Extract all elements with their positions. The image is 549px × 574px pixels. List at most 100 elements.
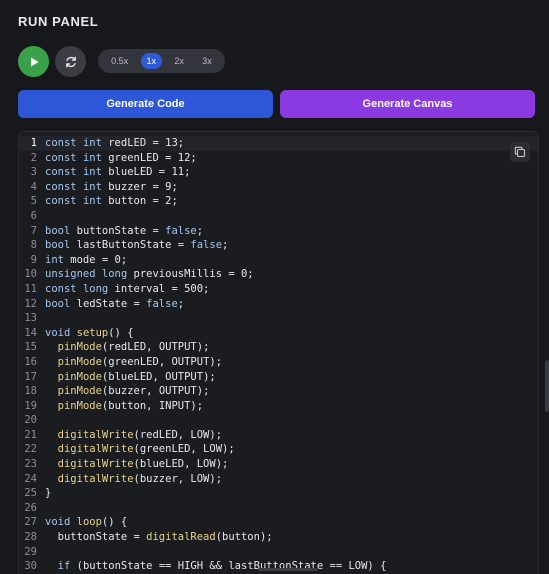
line-number: 12 — [24, 297, 37, 310]
code-line: 3 const int blueLED = 11; — [19, 165, 538, 180]
line-number: 26 — [24, 501, 37, 514]
code-text: int mode = 0; — [45, 253, 128, 266]
play-icon — [30, 57, 38, 66]
code-text: pinMode(blueLED, OUTPUT); — [57, 370, 216, 383]
line-number: 15 — [24, 341, 37, 354]
code-text: const long interval = 500; — [45, 282, 210, 295]
line-number: 8 — [30, 239, 37, 252]
line-number: 9 — [30, 253, 37, 266]
code-text: pinMode(buzzer, OUTPUT); — [57, 385, 210, 398]
speed-option-2x[interactable]: 2x — [168, 53, 190, 69]
code-line: 30 if (buttonState == HIGH && lastButton… — [19, 559, 538, 574]
refresh-icon — [65, 56, 76, 67]
code-line: 12 bool ledState = false; — [19, 297, 538, 312]
line-number: 6 — [30, 209, 37, 222]
code-text: digitalWrite(redLED, LOW); — [57, 428, 223, 441]
code-line: 22 digitalWrite(greenLED, LOW); — [19, 442, 538, 457]
generate-code-button[interactable]: Generate Code — [18, 90, 273, 118]
line-number: 1 — [30, 137, 37, 149]
reset-button[interactable] — [55, 46, 86, 77]
code-line: 10 unsigned long previousMillis = 0; — [19, 267, 538, 282]
line-number: 13 — [24, 312, 37, 325]
line-number: 20 — [24, 414, 37, 427]
line-number: 22 — [24, 443, 37, 456]
code-text: bool ledState = false; — [45, 297, 185, 310]
line-number: 27 — [24, 516, 37, 529]
speed-option-3x[interactable]: 3x — [196, 53, 218, 69]
vertical-scrollbar[interactable] — [545, 360, 549, 412]
code-text: pinMode(redLED, OUTPUT); — [57, 341, 210, 354]
code-line: 7 bool buttonState = false; — [19, 224, 538, 239]
code-line: 29 — [19, 545, 538, 560]
code-line: 8 bool lastButtonState = false; — [19, 238, 538, 253]
line-number: 16 — [24, 355, 37, 368]
code-line: 24 digitalWrite(buzzer, LOW); — [19, 472, 538, 487]
line-number: 30 — [24, 560, 37, 573]
line-number: 25 — [24, 487, 37, 500]
code-line: 14 void setup() { — [19, 326, 538, 341]
line-number: 4 — [30, 180, 37, 193]
code-line: 11 const long interval = 500; — [19, 282, 538, 297]
panel-title: RUN PANEL — [18, 14, 99, 29]
code-editor[interactable]: 1 const int redLED = 13; 2 const int greenL… — [18, 131, 539, 574]
line-number: 5 — [30, 195, 37, 208]
line-number: 14 — [24, 326, 37, 339]
code-line: 13 — [19, 311, 538, 326]
code-line: 20 — [19, 413, 538, 428]
code-text: digitalWrite(buzzer, LOW); — [57, 472, 223, 485]
code-text: const int greenLED = 12; — [45, 151, 197, 164]
copy-button[interactable] — [510, 142, 530, 162]
horizontal-scrollbar[interactable] — [258, 568, 318, 571]
code-lines: 1 const int redLED = 13; 2 const int greenL… — [19, 136, 538, 574]
code-line: 23 digitalWrite(blueLED, LOW); — [19, 457, 538, 472]
code-text: const int buzzer = 9; — [45, 180, 178, 193]
speed-selector: 0.5x 1x 2x 3x — [98, 49, 225, 73]
code-line: 2 const int greenLED = 12; — [19, 151, 538, 166]
code-text: bool lastButtonState = false; — [45, 239, 229, 252]
code-text: buttonState = digitalRead(button); — [45, 531, 273, 544]
code-text: const int blueLED = 11; — [45, 166, 191, 179]
code-line: 6 — [19, 209, 538, 224]
code-line: 28 buttonState = digitalRead(button); — [19, 530, 538, 545]
code-line: 25} — [19, 486, 538, 501]
line-number: 23 — [24, 458, 37, 471]
code-text: } — [45, 487, 52, 500]
line-number: 17 — [24, 370, 37, 383]
line-number: 28 — [24, 531, 37, 544]
code-text: unsigned long previousMillis = 0; — [45, 268, 254, 281]
code-line: 15 pinMode(redLED, OUTPUT); — [19, 340, 538, 355]
play-button[interactable] — [18, 46, 49, 77]
code-text: pinMode(greenLED, OUTPUT); — [57, 355, 223, 368]
line-number: 24 — [24, 472, 37, 485]
line-number: 11 — [24, 282, 37, 295]
code-line: 1 const int redLED = 13; — [19, 136, 538, 151]
code-text: pinMode(button, INPUT); — [57, 399, 204, 412]
code-text: void setup() { — [45, 326, 134, 339]
line-number: 19 — [24, 399, 37, 412]
code-text: const int redLED = 13; — [45, 137, 185, 149]
code-text: bool buttonState = false; — [45, 224, 204, 237]
line-number: 29 — [24, 545, 37, 558]
line-number: 7 — [30, 224, 37, 237]
code-line: 17 pinMode(blueLED, OUTPUT); — [19, 370, 538, 385]
speed-option-0-5x[interactable]: 0.5x — [105, 53, 134, 69]
code-line: 9 int mode = 0; — [19, 253, 538, 268]
generate-canvas-button[interactable]: Generate Canvas — [280, 90, 535, 118]
line-number: 18 — [24, 385, 37, 398]
code-line: 26 — [19, 501, 538, 516]
code-line: 19 pinMode(button, INPUT); — [19, 399, 538, 414]
code-line: 21 digitalWrite(redLED, LOW); — [19, 428, 538, 443]
line-number: 21 — [24, 428, 37, 441]
code-text: const int button = 2; — [45, 195, 178, 208]
line-number: 2 — [30, 151, 37, 164]
code-line: 16 pinMode(greenLED, OUTPUT); — [19, 355, 538, 370]
line-number: 10 — [24, 268, 37, 281]
code-text: digitalWrite(greenLED, LOW); — [57, 443, 235, 456]
code-line: 4 const int buzzer = 9; — [19, 180, 538, 195]
code-line: 5 const int button = 2; — [19, 194, 538, 209]
code-line: 27 void loop() { — [19, 515, 538, 530]
code-text: if (buttonState == HIGH && lastButtonSta… — [57, 560, 387, 573]
code-text: void loop() { — [45, 516, 128, 529]
speed-option-1x[interactable]: 1x — [140, 53, 163, 69]
code-text: digitalWrite(blueLED, LOW); — [57, 458, 229, 471]
